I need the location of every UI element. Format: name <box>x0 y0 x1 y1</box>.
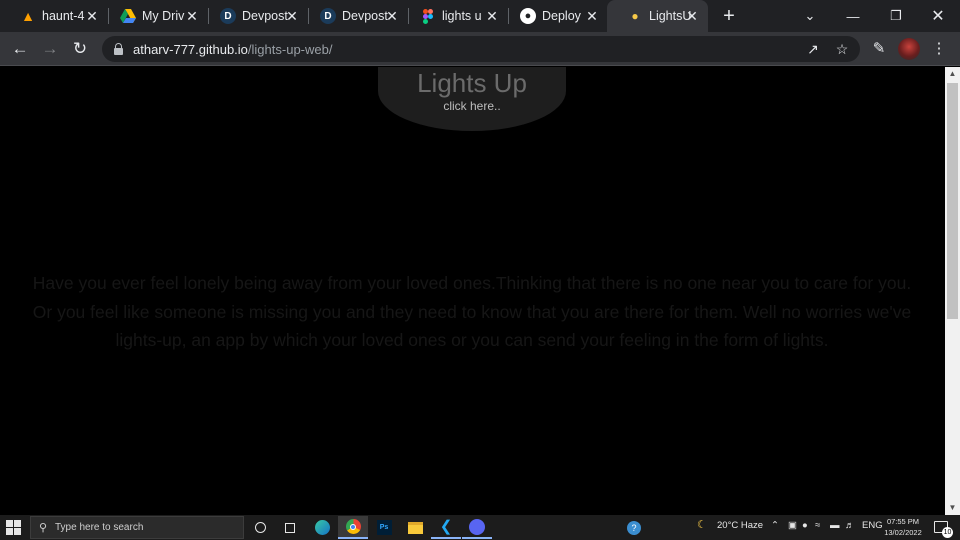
task-view-icon[interactable] <box>275 516 305 539</box>
menu-kebab-icon[interactable]: ⋮ <box>928 38 950 60</box>
minimize-icon[interactable]: — <box>831 0 875 32</box>
firebase-icon: ▲ <box>21 8 35 24</box>
photoshop-icon[interactable]: Ps <box>369 516 399 539</box>
clock-time: 07:55 PM <box>886 517 920 526</box>
clock-date: 13/02/2022 <box>884 527 922 537</box>
tab-github-deploy[interactable]: ● Deploy ✕ <box>500 0 608 32</box>
address-bar[interactable]: atharv-777.github.io/lights-up-web/ ↗ ☆ <box>102 36 860 62</box>
github-icon: ● <box>520 8 536 24</box>
discord-icon[interactable] <box>462 516 492 539</box>
page-description: Have you ever feel lonely being away fro… <box>32 273 912 350</box>
tab-figma[interactable]: lights u ✕ <box>400 0 508 32</box>
microphone-icon[interactable]: ● <box>802 520 808 531</box>
close-tab-icon[interactable]: ✕ <box>284 8 300 24</box>
reload-icon[interactable]: ↻ <box>68 37 92 61</box>
browser-toolbar: ← → ↻ atharv-777.github.io/lights-up-web… <box>0 32 960 66</box>
tab-title: Devpost <box>242 9 288 23</box>
chrome-icon[interactable] <box>338 516 368 539</box>
wifi-icon[interactable]: ≈ <box>815 520 820 531</box>
windows-start-icon[interactable] <box>6 520 22 536</box>
taskbar-search-box[interactable]: ⚲ Type here to search <box>30 516 244 539</box>
file-explorer-icon[interactable] <box>400 516 430 539</box>
lightbulb-icon: ● <box>631 9 639 23</box>
figma-icon <box>420 8 436 24</box>
weather-text[interactable]: 20°C Haze <box>717 520 763 531</box>
forward-arrow-icon[interactable]: → <box>38 37 62 61</box>
taskbar-clock[interactable]: 07:55 PM 13/02/2022 <box>880 517 926 538</box>
google-drive-icon <box>120 8 136 24</box>
tab-strip: ▲ haunt-4 ✕ My Driv ✕ D Devpost ✕ D Devp… <box>0 0 960 32</box>
volume-icon[interactable]: ♬ <box>845 520 855 531</box>
battery-icon[interactable]: ▬ <box>830 520 840 531</box>
profile-avatar[interactable] <box>898 38 920 60</box>
url-text: atharv-777.github.io/lights-up-web/ <box>133 42 332 57</box>
cortana-icon[interactable] <box>245 516 275 539</box>
edge-icon[interactable] <box>307 516 337 539</box>
page-title[interactable]: Lights Up <box>378 68 566 99</box>
bookmark-star-icon[interactable]: ☆ <box>833 40 851 58</box>
tab-title: My Driv <box>142 9 185 23</box>
tab-title: Deploy <box>542 9 581 23</box>
help-icon[interactable]: ? <box>619 516 649 539</box>
close-tab-icon[interactable]: ✕ <box>384 8 400 24</box>
close-tab-icon[interactable]: ✕ <box>184 8 200 24</box>
tab-title: lights u <box>442 9 482 23</box>
tab-title: Devpost <box>342 9 388 23</box>
devpost-icon: D <box>220 8 236 24</box>
extensions-puzzle-icon[interactable]: ✎ <box>868 38 890 60</box>
url-host: atharv-777.github.io <box>133 42 248 57</box>
notification-badge: 10 <box>942 527 953 538</box>
scroll-down-arrow-icon[interactable]: ▼ <box>945 501 960 515</box>
tab-search-icon[interactable]: ⌄ <box>788 0 832 32</box>
close-tab-icon[interactable]: ✕ <box>684 8 700 24</box>
tab-lightsup-active[interactable]: ● LightsU ✕ <box>607 0 708 32</box>
tab-haunt[interactable]: ▲ haunt-4 ✕ <box>0 0 108 32</box>
network-icon[interactable]: ▣ <box>788 520 797 531</box>
new-tab-icon[interactable]: + <box>718 5 740 27</box>
tray-chevron-up-icon[interactable]: ⌃ <box>771 520 779 531</box>
close-tab-icon[interactable]: ✕ <box>484 8 500 24</box>
tab-devpost-1[interactable]: D Devpost ✕ <box>200 0 308 32</box>
back-arrow-icon[interactable]: ← <box>8 37 32 61</box>
page-viewport: Lights Up click here.. Have you ever fee… <box>0 67 945 515</box>
close-tab-icon[interactable]: ✕ <box>584 8 600 24</box>
tab-my-drive[interactable]: My Driv ✕ <box>100 0 208 32</box>
tab-title: haunt-4 <box>42 9 85 23</box>
tab-devpost-2[interactable]: D Devpost ✕ <box>300 0 408 32</box>
search-icon: ⚲ <box>39 522 48 534</box>
scroll-up-arrow-icon[interactable]: ▲ <box>945 67 960 81</box>
restore-icon[interactable]: ❐ <box>874 0 918 32</box>
windows-taskbar: ⚲ Type here to search Ps ❮ ? ☾ 20°C Haze… <box>0 515 960 540</box>
devpost-icon: D <box>320 8 336 24</box>
url-path: /lights-up-web/ <box>247 42 333 57</box>
click-here-link[interactable]: click here.. <box>378 99 566 113</box>
page-scrollbar[interactable]: ▲ ▼ <box>945 67 960 515</box>
lock-icon[interactable] <box>114 43 123 55</box>
search-placeholder: Type here to search <box>55 522 144 533</box>
weather-moon-icon[interactable]: ☾ <box>697 518 707 531</box>
scroll-thumb[interactable] <box>947 83 958 319</box>
close-tab-icon[interactable]: ✕ <box>84 8 100 24</box>
share-icon[interactable]: ↗ <box>804 40 822 58</box>
vscode-icon[interactable]: ❮ <box>431 516 461 539</box>
close-window-icon[interactable]: ✕ <box>916 0 960 32</box>
